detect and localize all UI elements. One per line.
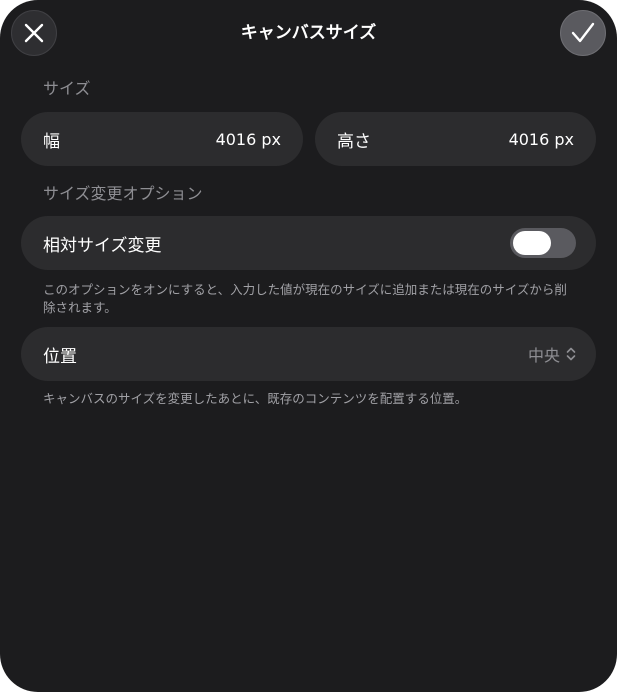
relative-resize-toggle[interactable] bbox=[510, 228, 576, 258]
page-title: キャンバスサイズ bbox=[240, 23, 377, 43]
width-field[interactable]: 幅 4016 px bbox=[21, 112, 303, 166]
canvas-size-sheet: キャンバスサイズ サイズ 幅 4016 px 高さ 4016 px サイズ変更オ… bbox=[0, 0, 617, 692]
relative-resize-help: このオプションをオンにすると、入力した値が現在のサイズに追加または現在のサイズか… bbox=[43, 282, 567, 315]
size-section-label: サイズ bbox=[43, 79, 91, 98]
height-value[interactable]: 4016 px bbox=[509, 130, 574, 149]
checkmark-icon bbox=[571, 22, 595, 43]
confirm-button[interactable] bbox=[560, 10, 606, 56]
position-picker[interactable]: 中央 bbox=[528, 342, 576, 366]
relative-resize-label: 相対サイズ変更 bbox=[43, 235, 162, 256]
header: キャンバスサイズ bbox=[0, 0, 617, 68]
width-value[interactable]: 4016 px bbox=[216, 130, 281, 149]
options-section-label: サイズ変更オプション bbox=[43, 184, 203, 203]
position-value: 中央 bbox=[527, 346, 560, 365]
height-label: 高さ bbox=[337, 131, 371, 152]
position-row[interactable]: 位置 中央 bbox=[21, 327, 596, 381]
position-label: 位置 bbox=[43, 346, 77, 367]
height-field[interactable]: 高さ 4016 px bbox=[315, 112, 596, 166]
relative-resize-row: 相対サイズ変更 bbox=[21, 216, 596, 270]
width-label: 幅 bbox=[43, 131, 60, 152]
chevron-up-down-icon bbox=[566, 347, 576, 361]
toggle-knob bbox=[513, 231, 551, 255]
position-help: キャンバスのサイズを変更したあとに、既存のコンテンツを配置する位置。 bbox=[43, 391, 468, 406]
